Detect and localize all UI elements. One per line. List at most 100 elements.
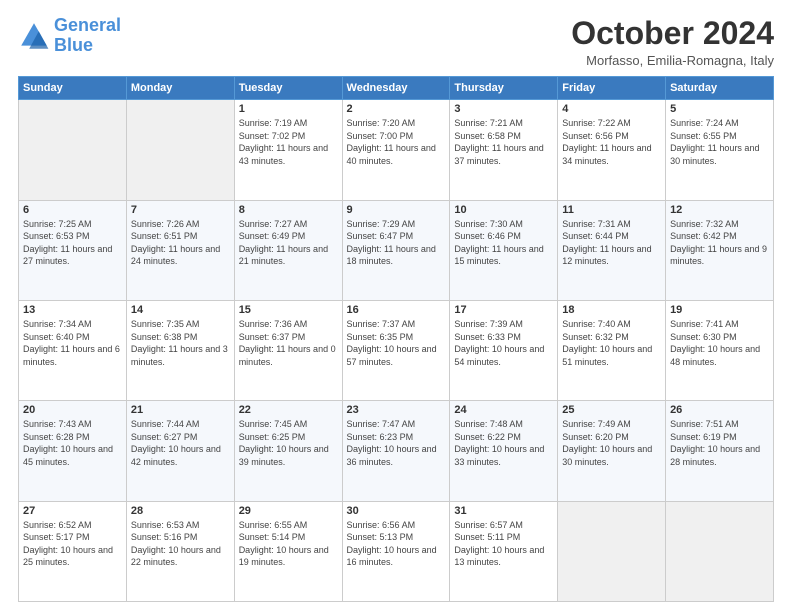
table-row: 18 Sunrise: 7:40 AMSunset: 6:32 PMDayligh…	[558, 300, 666, 400]
col-wednesday: Wednesday	[342, 77, 450, 100]
logo: General Blue	[18, 16, 121, 56]
day-detail: Sunrise: 7:44 AMSunset: 6:27 PMDaylight:…	[131, 418, 230, 468]
day-number: 5	[670, 103, 769, 115]
table-row: 29 Sunrise: 6:55 AMSunset: 5:14 PMDayligh…	[234, 501, 342, 601]
day-detail: Sunrise: 7:27 AMSunset: 6:49 PMDaylight:…	[239, 218, 338, 268]
table-row: 28 Sunrise: 6:53 AMSunset: 5:16 PMDayligh…	[126, 501, 234, 601]
table-row: 4Sunrise: 7:22 AMSunset: 6:56 PMDaylight…	[558, 100, 666, 200]
day-number: 8	[239, 204, 338, 216]
table-row	[666, 501, 774, 601]
day-detail: Sunrise: 7:36 AMSunset: 6:37 PMDaylight:…	[239, 318, 338, 368]
table-row: 23 Sunrise: 7:47 AMSunset: 6:23 PMDayligh…	[342, 401, 450, 501]
table-row: 2Sunrise: 7:20 AMSunset: 7:00 PMDaylight…	[342, 100, 450, 200]
day-number: 23	[347, 404, 446, 416]
day-detail: Sunrise: 6:52 AMSunset: 5:17 PMDaylight:…	[23, 519, 122, 569]
day-detail: Sunrise: 7:19 AMSunset: 7:02 PMDaylight:…	[239, 117, 338, 167]
day-detail: Sunrise: 7:43 AMSunset: 6:28 PMDaylight:…	[23, 418, 122, 468]
day-number: 26	[670, 404, 769, 416]
day-number: 24	[454, 404, 553, 416]
day-number: 28	[131, 505, 230, 517]
location: Morfasso, Emilia-Romagna, Italy	[571, 53, 774, 68]
day-number: 2	[347, 103, 446, 115]
table-row: 5Sunrise: 7:24 AMSunset: 6:55 PMDaylight…	[666, 100, 774, 200]
logo-text: General Blue	[54, 16, 121, 56]
col-saturday: Saturday	[666, 77, 774, 100]
col-sunday: Sunday	[19, 77, 127, 100]
day-number: 20	[23, 404, 122, 416]
day-number: 17	[454, 304, 553, 316]
day-detail: Sunrise: 6:56 AMSunset: 5:13 PMDaylight:…	[347, 519, 446, 569]
table-row: 24 Sunrise: 7:48 AMSunset: 6:22 PMDayligh…	[450, 401, 558, 501]
day-number: 29	[239, 505, 338, 517]
day-number: 13	[23, 304, 122, 316]
table-row: 25 Sunrise: 7:49 AMSunset: 6:20 PMDayligh…	[558, 401, 666, 501]
table-row: 31Sunrise: 6:57 AMSunset: 5:11 PMDayligh…	[450, 501, 558, 601]
day-detail: Sunrise: 7:49 AMSunset: 6:20 PMDaylight:…	[562, 418, 661, 468]
page: General Blue October 2024 Morfasso, Emil…	[0, 0, 792, 612]
table-row: 7 Sunrise: 7:26 AMSunset: 6:51 PMDaylight…	[126, 200, 234, 300]
day-number: 30	[347, 505, 446, 517]
table-row	[558, 501, 666, 601]
table-row: 10 Sunrise: 7:30 AMSunset: 6:46 PMDayligh…	[450, 200, 558, 300]
calendar-table: Sunday Monday Tuesday Wednesday Thursday…	[18, 76, 774, 602]
day-detail: Sunrise: 6:57 AMSunset: 5:11 PMDaylight:…	[454, 519, 553, 569]
table-row: 8 Sunrise: 7:27 AMSunset: 6:49 PMDaylight…	[234, 200, 342, 300]
day-detail: Sunrise: 7:41 AMSunset: 6:30 PMDaylight:…	[670, 318, 769, 368]
col-thursday: Thursday	[450, 77, 558, 100]
day-detail: Sunrise: 7:34 AMSunset: 6:40 PMDaylight:…	[23, 318, 122, 368]
day-number: 21	[131, 404, 230, 416]
table-row: 11 Sunrise: 7:31 AMSunset: 6:44 PMDayligh…	[558, 200, 666, 300]
title-block: October 2024 Morfasso, Emilia-Romagna, I…	[571, 16, 774, 68]
day-detail: Sunrise: 7:29 AMSunset: 6:47 PMDaylight:…	[347, 218, 446, 268]
day-detail: Sunrise: 7:47 AMSunset: 6:23 PMDaylight:…	[347, 418, 446, 468]
day-detail: Sunrise: 7:25 AMSunset: 6:53 PMDaylight:…	[23, 218, 122, 268]
day-number: 25	[562, 404, 661, 416]
day-number: 10	[454, 204, 553, 216]
day-detail: Sunrise: 7:30 AMSunset: 6:46 PMDaylight:…	[454, 218, 553, 268]
day-detail: Sunrise: 7:48 AMSunset: 6:22 PMDaylight:…	[454, 418, 553, 468]
day-number: 16	[347, 304, 446, 316]
day-number: 18	[562, 304, 661, 316]
month-title: October 2024	[571, 16, 774, 51]
table-row	[19, 100, 127, 200]
table-row: 13 Sunrise: 7:34 AMSunset: 6:40 PMDayligh…	[19, 300, 127, 400]
day-detail: Sunrise: 7:31 AMSunset: 6:44 PMDaylight:…	[562, 218, 661, 268]
calendar-header-row: Sunday Monday Tuesday Wednesday Thursday…	[19, 77, 774, 100]
table-row: 17 Sunrise: 7:39 AMSunset: 6:33 PMDayligh…	[450, 300, 558, 400]
table-row: 15 Sunrise: 7:36 AMSunset: 6:37 PMDayligh…	[234, 300, 342, 400]
day-number: 1	[239, 103, 338, 115]
day-detail: Sunrise: 7:37 AMSunset: 6:35 PMDaylight:…	[347, 318, 446, 368]
day-number: 22	[239, 404, 338, 416]
day-number: 15	[239, 304, 338, 316]
day-detail: Sunrise: 6:55 AMSunset: 5:14 PMDaylight:…	[239, 519, 338, 569]
day-number: 12	[670, 204, 769, 216]
day-detail: Sunrise: 7:32 AMSunset: 6:42 PMDaylight:…	[670, 218, 769, 268]
day-detail: Sunrise: 6:53 AMSunset: 5:16 PMDaylight:…	[131, 519, 230, 569]
header: General Blue October 2024 Morfasso, Emil…	[18, 16, 774, 68]
table-row: 30 Sunrise: 6:56 AMSunset: 5:13 PMDayligh…	[342, 501, 450, 601]
day-detail: Sunrise: 7:45 AMSunset: 6:25 PMDaylight:…	[239, 418, 338, 468]
table-row: 19Sunrise: 7:41 AMSunset: 6:30 PMDayligh…	[666, 300, 774, 400]
logo-icon	[18, 20, 50, 52]
day-number: 3	[454, 103, 553, 115]
table-row	[126, 100, 234, 200]
table-row: 1 Sunrise: 7:19 AMSunset: 7:02 PMDaylight…	[234, 100, 342, 200]
table-row: 6 Sunrise: 7:25 AMSunset: 6:53 PMDaylight…	[19, 200, 127, 300]
table-row: 12 Sunrise: 7:32 AMSunset: 6:42 PMDayligh…	[666, 200, 774, 300]
day-detail: Sunrise: 7:39 AMSunset: 6:33 PMDaylight:…	[454, 318, 553, 368]
table-row: 22 Sunrise: 7:45 AMSunset: 6:25 PMDayligh…	[234, 401, 342, 501]
day-number: 11	[562, 204, 661, 216]
day-number: 7	[131, 204, 230, 216]
table-row: 14 Sunrise: 7:35 AMSunset: 6:38 PMDayligh…	[126, 300, 234, 400]
day-number: 14	[131, 304, 230, 316]
col-friday: Friday	[558, 77, 666, 100]
day-detail: Sunrise: 7:21 AMSunset: 6:58 PMDaylight:…	[454, 117, 553, 167]
day-number: 6	[23, 204, 122, 216]
table-row: 27Sunrise: 6:52 AMSunset: 5:17 PMDayligh…	[19, 501, 127, 601]
day-detail: Sunrise: 7:35 AMSunset: 6:38 PMDaylight:…	[131, 318, 230, 368]
table-row: 9Sunrise: 7:29 AMSunset: 6:47 PMDaylight…	[342, 200, 450, 300]
day-number: 4	[562, 103, 661, 115]
day-detail: Sunrise: 7:40 AMSunset: 6:32 PMDaylight:…	[562, 318, 661, 368]
day-detail: Sunrise: 7:26 AMSunset: 6:51 PMDaylight:…	[131, 218, 230, 268]
table-row: 26Sunrise: 7:51 AMSunset: 6:19 PMDayligh…	[666, 401, 774, 501]
